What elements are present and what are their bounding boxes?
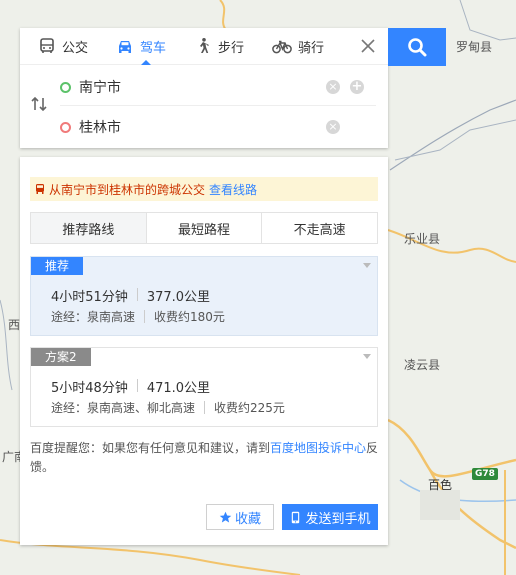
route-result-panel: 从南宁市到桂林市的跨城公交 查看线路 推荐路线 最短路程 不走高速 推荐 4小时… xyxy=(20,157,388,545)
bus-icon xyxy=(36,184,44,194)
plan-toll: 收费约180元 xyxy=(154,310,225,324)
expand-arrow-icon xyxy=(363,354,371,359)
map-label-luodian: 罗甸县 xyxy=(456,40,493,54)
tab-driving[interactable]: 驾车 xyxy=(98,28,176,65)
tab-bus-label: 公交 xyxy=(62,40,89,56)
car-icon xyxy=(119,41,132,53)
end-field[interactable]: 桂林市 × xyxy=(60,109,376,145)
close-icon[interactable] xyxy=(358,36,378,56)
divider xyxy=(144,310,146,323)
swap-icon[interactable] xyxy=(30,95,48,113)
phone-icon xyxy=(292,511,300,523)
tab-bike[interactable]: 骑行 xyxy=(254,28,334,64)
end-value: 桂林市 xyxy=(79,120,121,136)
plan-distance: 377.0公里 xyxy=(146,290,211,305)
plan-details: 途经：泉南高速、柳北高速 收费约225元 xyxy=(51,399,285,416)
route-preference-tabs: 推荐路线 最短路程 不走高速 xyxy=(30,212,378,244)
tab-driving-label: 驾车 xyxy=(140,40,167,56)
clear-end-icon[interactable]: × xyxy=(326,120,340,134)
plan-time: 5小时48分钟 xyxy=(51,381,128,396)
map-label-xi: 西 xyxy=(8,318,21,332)
tab-walk-label: 步行 xyxy=(218,40,245,56)
start-dot-icon xyxy=(60,81,71,93)
end-dot-icon xyxy=(60,121,71,133)
map-label-lingyun: 凌云县 xyxy=(404,358,441,372)
plan-via: 途经：泉南高速 xyxy=(51,310,136,324)
plan-summary: 5小时48分钟 471.0公里 xyxy=(51,377,210,396)
bike-icon xyxy=(272,40,292,54)
plan-summary: 4小时51分钟 377.0公里 xyxy=(51,286,210,305)
walk-icon xyxy=(200,38,210,53)
add-waypoint-icon[interactable]: + xyxy=(350,80,364,94)
tab-bus[interactable]: 公交 xyxy=(20,28,98,64)
plan-distance: 471.0公里 xyxy=(146,381,211,396)
clear-start-icon[interactable]: × xyxy=(326,80,340,94)
tab-no-highway[interactable]: 不走高速 xyxy=(262,213,378,243)
send-label: 发送到手机 xyxy=(305,511,371,527)
start-field[interactable]: 南宁市 × + xyxy=(60,69,376,106)
divider xyxy=(136,288,138,301)
route-search-panel: 公交 驾车 步行 骑行 南宁市 × + 桂林市 × xyxy=(20,28,388,148)
highway-badge: G78 xyxy=(472,468,498,480)
plan-toll: 收费约225元 xyxy=(214,401,285,415)
plan-via: 途经：泉南高速、柳北高速 xyxy=(51,401,196,415)
tab-recommended[interactable]: 推荐路线 xyxy=(31,213,147,243)
start-value: 南宁市 xyxy=(79,80,121,96)
map-label-baise: 百色 xyxy=(428,478,453,492)
view-bus-lines-link[interactable]: 查看线路 xyxy=(209,181,257,198)
plan-badge: 推荐 xyxy=(31,257,84,275)
tab-walk[interactable]: 步行 xyxy=(176,28,254,64)
bus-tip-text: 从南宁市到桂林市的跨城公交 xyxy=(49,182,206,197)
expand-arrow-icon xyxy=(363,263,371,268)
route-plan-1[interactable]: 推荐 4小时51分钟 377.0公里 途经：泉南高速 收费约180元 xyxy=(30,256,378,336)
plan-time: 4小时51分钟 xyxy=(51,290,128,305)
complaint-center-link[interactable]: 百度地图投诉中心 xyxy=(270,441,366,455)
search-icon xyxy=(408,38,427,57)
feedback-prefix: 百度提醒您：如果您有任何意见和建议，请到 xyxy=(30,441,271,455)
cross-city-bus-tip: 从南宁市到桂林市的跨城公交 查看线路 xyxy=(30,177,378,201)
search-button[interactable] xyxy=(388,28,446,66)
favorite-button[interactable]: 收藏 xyxy=(206,504,274,530)
favorite-label: 收藏 xyxy=(234,511,261,527)
plan-details: 途经：泉南高速 收费约180元 xyxy=(51,308,225,325)
divider xyxy=(136,379,138,392)
route-inputs: 南宁市 × + 桂林市 × xyxy=(20,65,388,149)
star-icon xyxy=(219,511,232,523)
feedback-note: 百度提醒您：如果您有任何意见和建议，请到百度地图投诉中心反馈。 xyxy=(30,439,382,477)
divider xyxy=(204,401,206,414)
send-to-phone-button[interactable]: 发送到手机 xyxy=(282,504,378,530)
tab-shortest[interactable]: 最短路程 xyxy=(146,213,263,243)
travel-mode-tabs: 公交 驾车 步行 骑行 xyxy=(20,28,388,65)
map-label-leye: 乐业县 xyxy=(404,232,441,246)
route-plan-2[interactable]: 方案2 5小时48分钟 471.0公里 途经：泉南高速、柳北高速 收费约225元 xyxy=(30,347,378,427)
bus-icon xyxy=(40,38,54,53)
plan-badge: 方案2 xyxy=(31,348,91,366)
tab-bike-label: 骑行 xyxy=(298,40,325,56)
